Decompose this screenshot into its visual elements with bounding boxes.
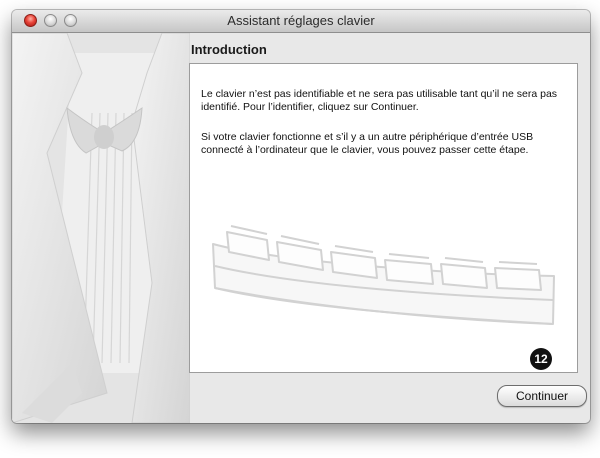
window-title: Assistant réglages clavier bbox=[227, 13, 375, 28]
page-heading: Introduction bbox=[191, 42, 267, 57]
setup-assistant-window: Assistant réglages clavier Introduction … bbox=[12, 10, 590, 423]
title-bar[interactable]: Assistant réglages clavier bbox=[12, 10, 590, 33]
tuxedo-illustration bbox=[12, 33, 190, 423]
continue-button[interactable]: Continuer bbox=[497, 385, 587, 407]
intro-paragraph-1: Le clavier n’est pas identifiable et ne … bbox=[201, 88, 558, 113]
content-panel: Le clavier n’est pas identifiable et ne … bbox=[189, 63, 578, 373]
callout-number-badge: 12 bbox=[530, 348, 552, 370]
keyboard-illustration-icon bbox=[212, 225, 555, 325]
intro-paragraph-2: Si votre clavier fonctionne et s’il y a … bbox=[201, 131, 534, 156]
